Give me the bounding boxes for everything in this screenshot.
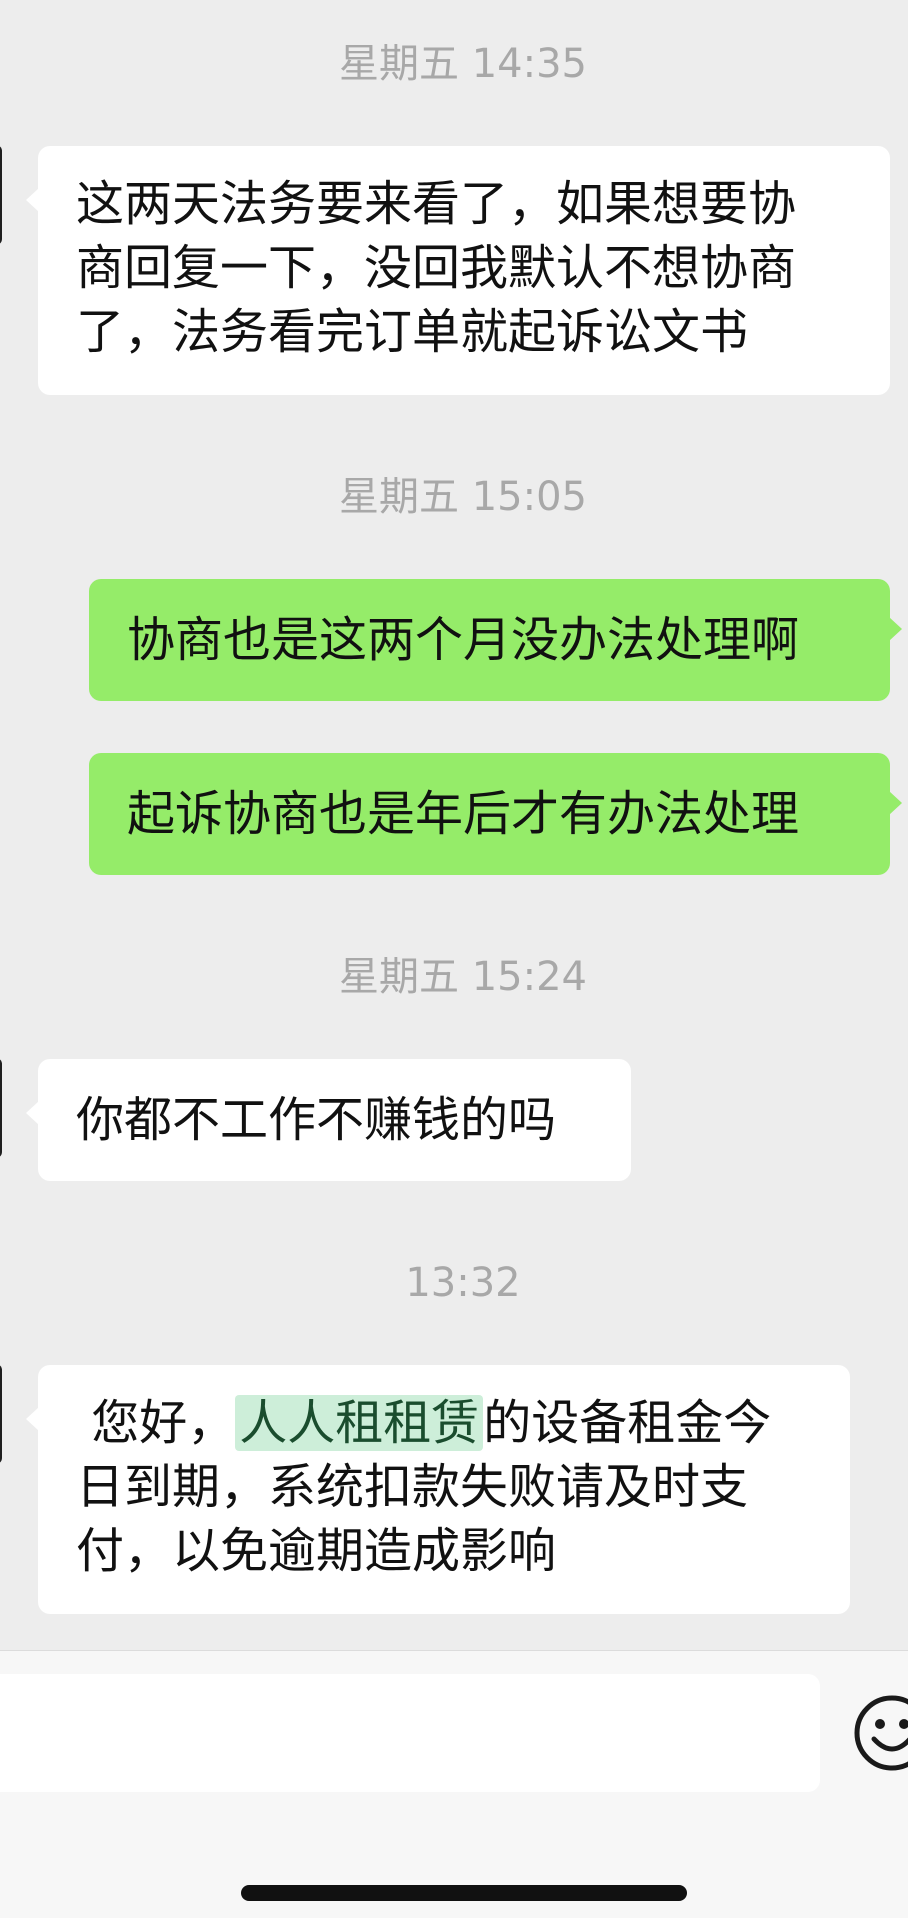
message-text-line: 您好，人人租租赁的设备租金今 xyxy=(76,1391,850,1455)
smiley-face-icon[interactable] xyxy=(852,1693,908,1773)
incoming-message-bubble[interactable]: 这两天法务要来看了，如果想要协 商回复一下，没回我默认不想协商 了，法务看完订单… xyxy=(26,146,890,395)
message-text-line: 这两天法务要来看了，如果想要协 xyxy=(76,176,797,232)
message-timestamp: 星期五 14:35 xyxy=(339,41,587,87)
message-text-line: 付，以免逾期造成影响 xyxy=(76,1523,557,1579)
contact-avatar[interactable] xyxy=(0,145,2,245)
message-text-prefix: 您好， xyxy=(91,1395,236,1451)
chat-input-bar xyxy=(0,1650,908,1918)
message-text-line: 了，法务看完订单就起诉讼文书 xyxy=(76,304,749,360)
message-timestamp: 星期五 15:24 xyxy=(339,954,587,1000)
message-input[interactable] xyxy=(0,1674,820,1792)
incoming-message-bubble[interactable]: 你都不工作不赚钱的吗 xyxy=(26,1059,631,1181)
message-text-line: 商回复一下，没回我默认不想协商 xyxy=(76,240,797,296)
contact-avatar[interactable] xyxy=(0,1058,2,1158)
home-indicator[interactable] xyxy=(241,1885,687,1901)
message-text-line: 起诉协商也是年后才有办法处理 xyxy=(127,786,800,842)
chat-message-list[interactable]: 星期五 14:35 这两天法务要来看了，如果想要协 商回复一下，没回我默认不想协… xyxy=(0,0,908,1650)
message-timestamp: 13:32 xyxy=(405,1260,521,1306)
outgoing-message-bubble[interactable]: 起诉协商也是年后才有办法处理 xyxy=(89,753,902,875)
outgoing-message-bubble[interactable]: 协商也是这两个月没办法处理啊 xyxy=(89,579,902,701)
message-text-suffix: 的设备租金今 xyxy=(483,1395,772,1451)
highlighted-keyword[interactable]: 人人租租赁 xyxy=(235,1395,484,1451)
message-text-line: 协商也是这两个月没办法处理啊 xyxy=(127,612,800,668)
incoming-message-bubble[interactable]: 您好，人人租租赁的设备租金今 日到期，系统扣款失败请及时支 付，以免逾期造成影响 xyxy=(26,1365,850,1614)
message-timestamp: 星期五 15:05 xyxy=(339,474,587,520)
message-text-line: 你都不工作不赚钱的吗 xyxy=(76,1092,557,1148)
contact-avatar[interactable] xyxy=(0,1364,2,1464)
message-text-line: 日到期，系统扣款失败请及时支 xyxy=(76,1459,749,1515)
